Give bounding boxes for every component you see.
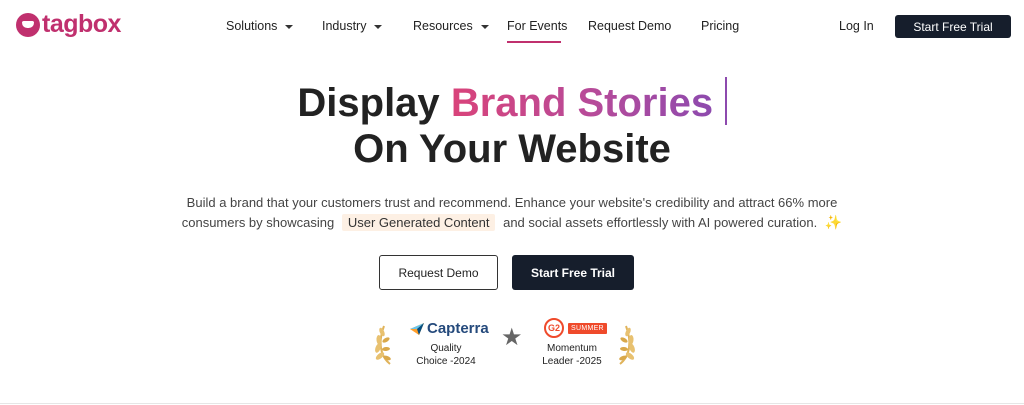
- nav-pricing[interactable]: Pricing: [701, 19, 739, 33]
- nav-solutions[interactable]: Solutions: [226, 19, 294, 33]
- nav-request-demo[interactable]: Request Demo: [588, 19, 671, 33]
- g2-line2: Leader -2025: [542, 356, 602, 367]
- nav-login-label: Log In: [839, 19, 874, 33]
- nav-industry-label: Industry: [322, 19, 367, 33]
- hero-headline-line2: On Your Website: [353, 127, 671, 171]
- nav-request-demo-label: Request Demo: [588, 19, 672, 33]
- star-separator-icon: ★: [501, 324, 523, 351]
- nav-resources[interactable]: Resources: [413, 19, 489, 33]
- hero-headline-line1: Display Brand Stories: [0, 77, 1024, 126]
- nav-active-indicator: [507, 41, 561, 43]
- tagbox-logo-icon: [16, 12, 40, 37]
- sparkle-icon: ✨: [824, 214, 843, 230]
- capterra-line2: Choice -2024: [416, 356, 476, 367]
- caret-down-icon: [480, 24, 489, 29]
- nav-resources-label: Resources: [413, 19, 473, 33]
- capterra-line1: Quality: [430, 343, 462, 354]
- capterra-name: Capterra: [427, 320, 489, 337]
- top-navbar: tagbox Solutions Industry Resources For …: [0, 0, 1024, 52]
- nav-for-events[interactable]: For Events: [507, 19, 567, 33]
- nav-solutions-label: Solutions: [226, 19, 278, 33]
- capterra-badge-logo: Capterra: [410, 320, 489, 337]
- caret-down-icon: [285, 24, 294, 29]
- g2-line1: Momentum: [546, 343, 597, 354]
- nav-pricing-label: Pricing: [701, 19, 740, 33]
- tagbox-logo[interactable]: tagbox: [16, 10, 121, 39]
- hero-subtext-line1: Build a brand that your customers trust …: [186, 195, 838, 210]
- laurel-left-icon: [375, 325, 391, 365]
- hero-subtext-line2: consumers by showcasing User Generated C…: [0, 214, 1024, 231]
- g2-summer-tag: SUMMER: [568, 322, 607, 334]
- g2-badge-logo: G2 SUMMER: [544, 318, 607, 338]
- laurel-right-icon: [619, 325, 635, 365]
- g2-logo-icon: G2: [544, 318, 564, 338]
- headline-prefix: Display: [297, 81, 440, 125]
- capterra-flag-icon: [410, 322, 424, 335]
- nav-industry[interactable]: Industry: [322, 19, 383, 33]
- ugc-highlight: User Generated Content: [341, 214, 496, 231]
- nav-for-events-label: For Events: [507, 19, 568, 33]
- subtext-prefix: consumers by showcasing: [181, 215, 335, 230]
- request-demo-button[interactable]: Request Demo: [379, 255, 498, 290]
- caret-down-icon: [374, 24, 383, 29]
- section-divider: [0, 403, 1024, 404]
- nav-start-trial-button[interactable]: Start Free Trial: [895, 15, 1011, 38]
- headline-highlight: Brand Stories: [450, 81, 714, 125]
- typing-cursor: [725, 77, 727, 125]
- logo-text: tagbox: [42, 10, 121, 38]
- nav-login[interactable]: Log In: [839, 19, 874, 33]
- subtext-suffix: and social assets effortlessly with AI p…: [503, 215, 818, 230]
- start-free-trial-button[interactable]: Start Free Trial: [512, 255, 634, 290]
